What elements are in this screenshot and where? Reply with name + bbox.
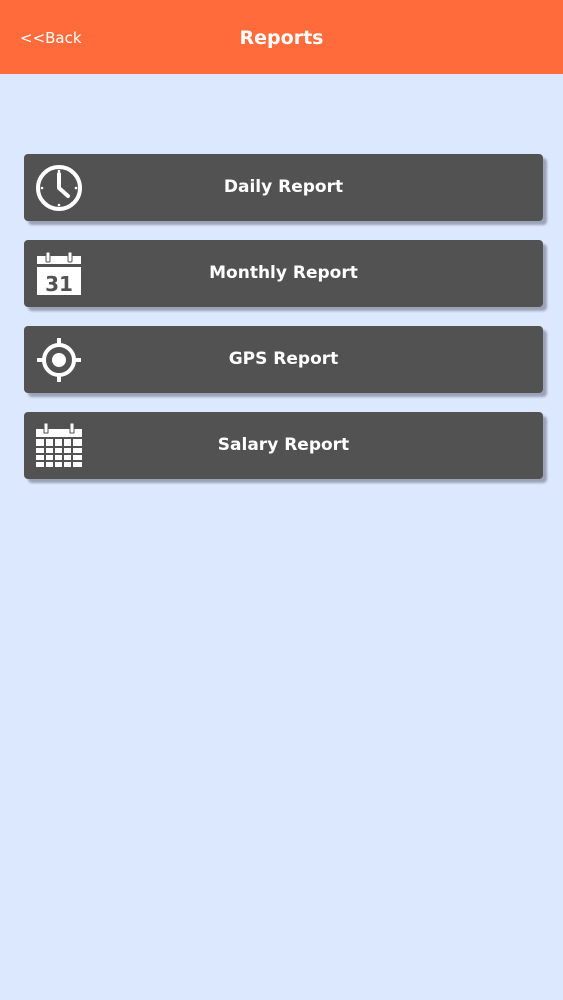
daily-report-label: Daily Report [223,177,344,197]
salary-report-label: Salary Report [217,435,350,455]
gps-report-button[interactable]: GPS Report [24,326,543,393]
app-header: <<Back Reports [0,0,563,74]
page-title: Reports [239,27,324,49]
gps-report-label: GPS Report [228,349,339,369]
monthly-report-label: Monthly Report [209,263,358,283]
salary-report-button[interactable]: Salary Report [24,412,543,479]
daily-report-button[interactable]: Daily Report [24,154,543,221]
report-list: Daily Report 31 Monthly Report GPS Repor… [24,154,543,498]
monthly-report-button[interactable]: 31 Monthly Report [24,240,543,307]
